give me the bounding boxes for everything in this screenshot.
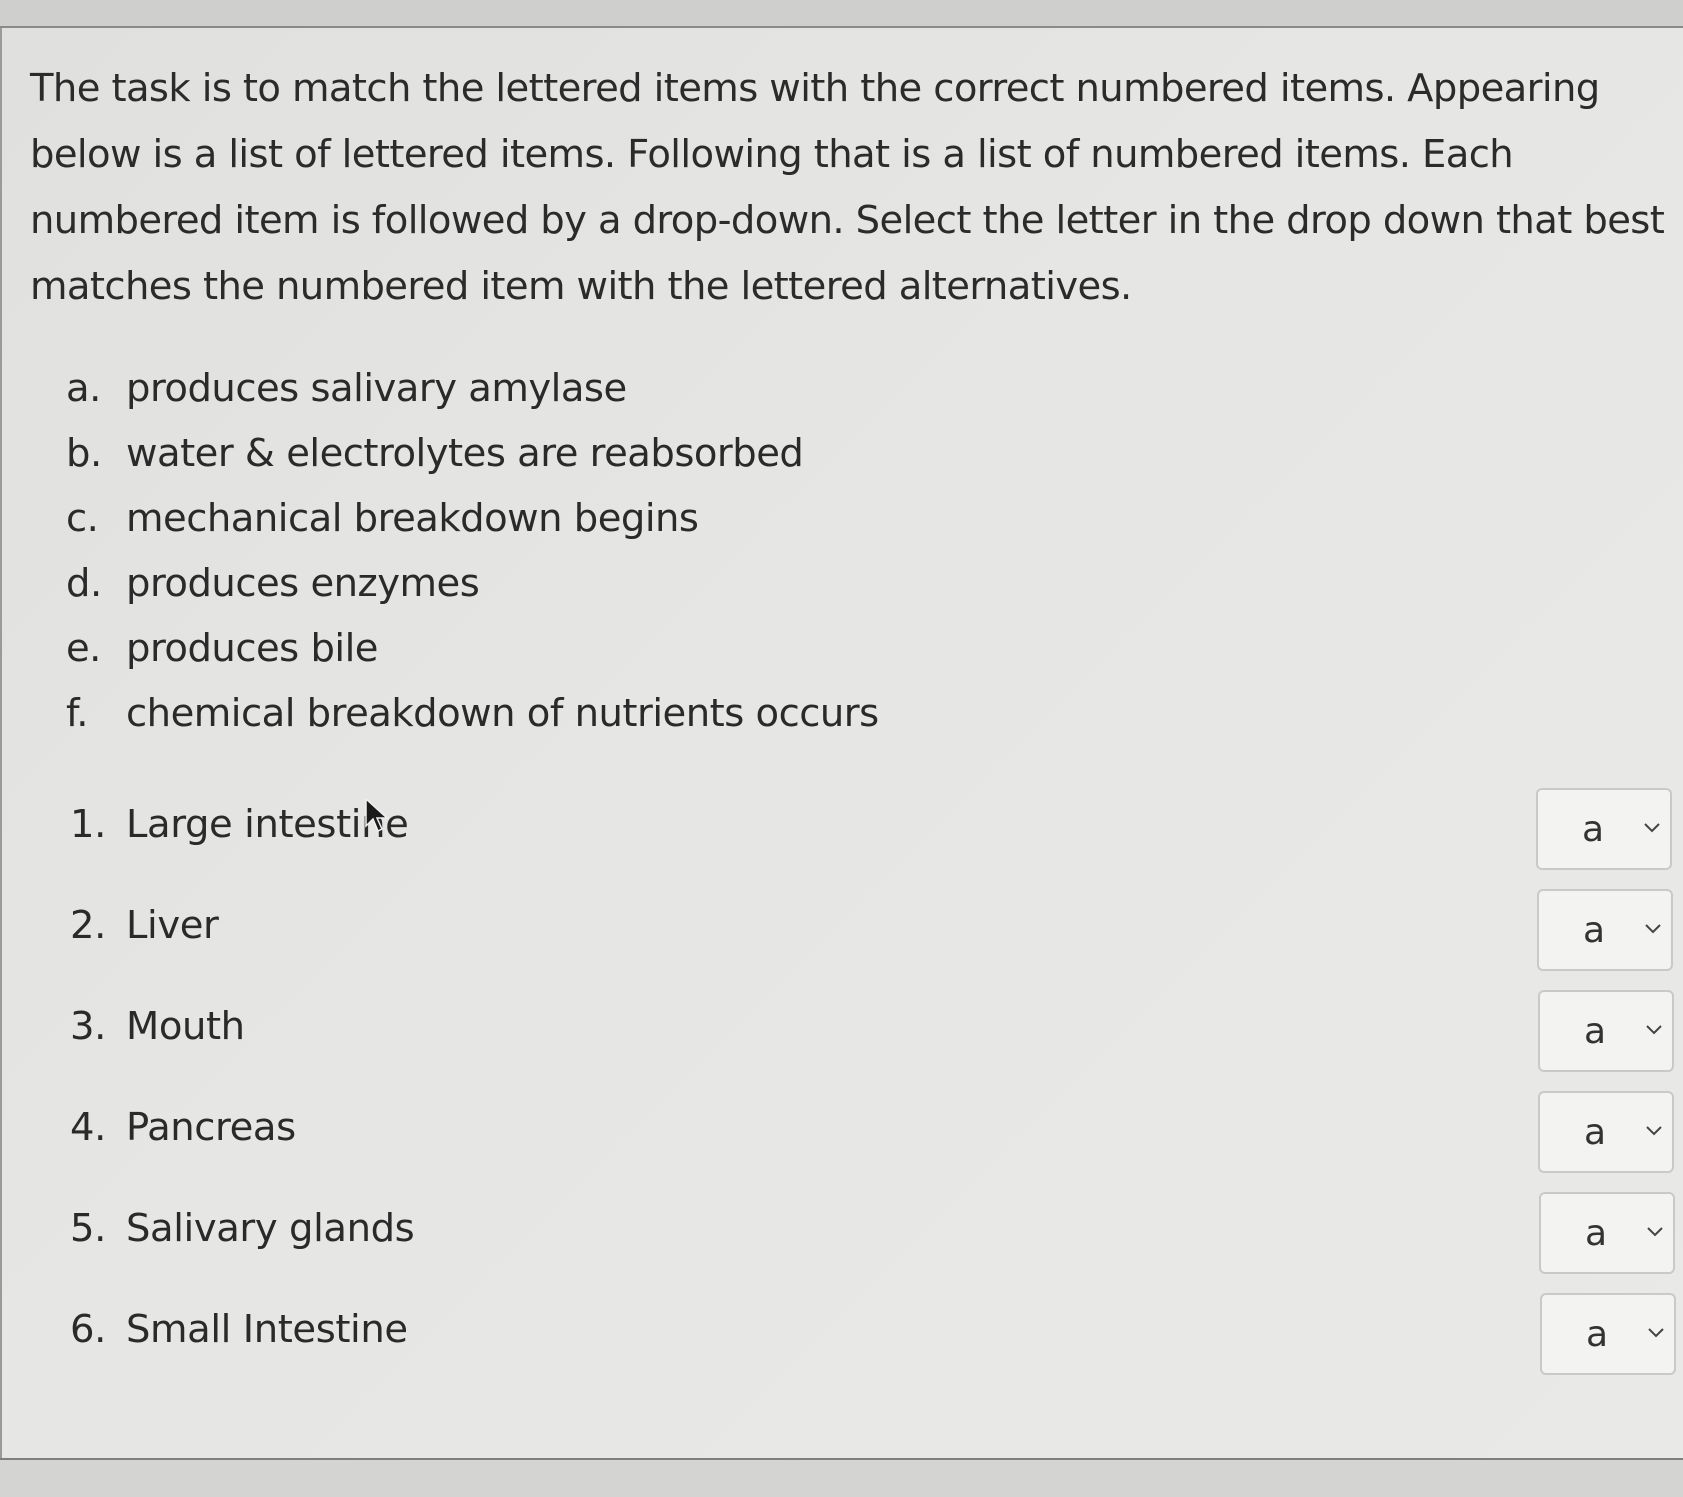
lettered-text: produces salivary amylase <box>126 366 627 411</box>
chevron-down-icon <box>1648 1328 1664 1338</box>
dropdown-value: a <box>1586 1314 1608 1355</box>
answer-dropdown-3[interactable]: a <box>1538 990 1674 1072</box>
lettered-marker: a. <box>66 366 101 411</box>
lettered-marker: b. <box>66 431 102 476</box>
numbered-item-small-intestine: 6. Small Intestine a <box>0 1293 1683 1398</box>
answer-dropdown-2[interactable]: a <box>1537 889 1673 971</box>
top-strip <box>0 0 1683 28</box>
numbered-text: Mouth <box>126 1004 245 1049</box>
lettered-marker: e. <box>66 626 101 671</box>
numbered-marker: 5. <box>70 1206 106 1251</box>
numbered-marker: 6. <box>70 1307 106 1352</box>
numbered-text: Pancreas <box>126 1105 296 1150</box>
numbered-text: Liver <box>126 903 219 948</box>
numbered-text: Salivary glands <box>126 1206 415 1251</box>
chevron-down-icon <box>1645 924 1661 934</box>
lettered-text: water & electrolytes are reabsorbed <box>126 431 804 476</box>
dropdown-value: a <box>1585 1213 1607 1254</box>
answer-dropdown-5[interactable]: a <box>1539 1192 1675 1274</box>
numbered-item-mouth: 3. Mouth a <box>0 990 1683 1095</box>
instructions-text: The task is to match the lettered items … <box>30 66 1665 309</box>
numbered-item-pancreas: 4. Pancreas a <box>0 1091 1683 1196</box>
chevron-down-icon <box>1644 823 1660 833</box>
numbered-marker: 1. <box>70 802 106 847</box>
answer-dropdown-4[interactable]: a <box>1538 1091 1674 1173</box>
answer-dropdown-1[interactable]: a <box>1536 788 1672 870</box>
numbered-marker: 4. <box>70 1105 106 1150</box>
lettered-marker: d. <box>66 561 102 606</box>
lettered-text: mechanical breakdown begins <box>126 496 699 541</box>
dropdown-value: a <box>1584 1112 1606 1153</box>
numbered-text: Small Intestine <box>126 1307 408 1352</box>
numbered-item-liver: 2. Liver a <box>0 889 1683 994</box>
numbered-item-salivary-glands: 5. Salivary glands a <box>0 1192 1683 1297</box>
chevron-down-icon <box>1647 1227 1663 1237</box>
lettered-marker: f. <box>66 691 89 736</box>
chevron-down-icon <box>1646 1025 1662 1035</box>
numbered-marker: 2. <box>70 903 106 948</box>
numbered-list: 1. Large intestine a 2. Liver a 3. Mouth… <box>0 788 1683 1398</box>
numbered-marker: 3. <box>70 1004 106 1049</box>
bottom-strip <box>0 1460 1683 1497</box>
answer-dropdown-6[interactable]: a <box>1540 1293 1676 1375</box>
dropdown-value: a <box>1584 1011 1606 1052</box>
lettered-text: chemical breakdown of nutrients occurs <box>126 691 879 736</box>
lettered-marker: c. <box>66 496 99 541</box>
lettered-text: produces enzymes <box>126 561 480 606</box>
mouse-cursor-icon <box>365 798 389 833</box>
chevron-down-icon <box>1646 1126 1662 1136</box>
dropdown-value: a <box>1583 910 1605 951</box>
numbered-item-large-intestine: 1. Large intestine a <box>0 788 1683 893</box>
dropdown-value: a <box>1582 809 1604 850</box>
lettered-text: produces bile <box>126 626 378 671</box>
